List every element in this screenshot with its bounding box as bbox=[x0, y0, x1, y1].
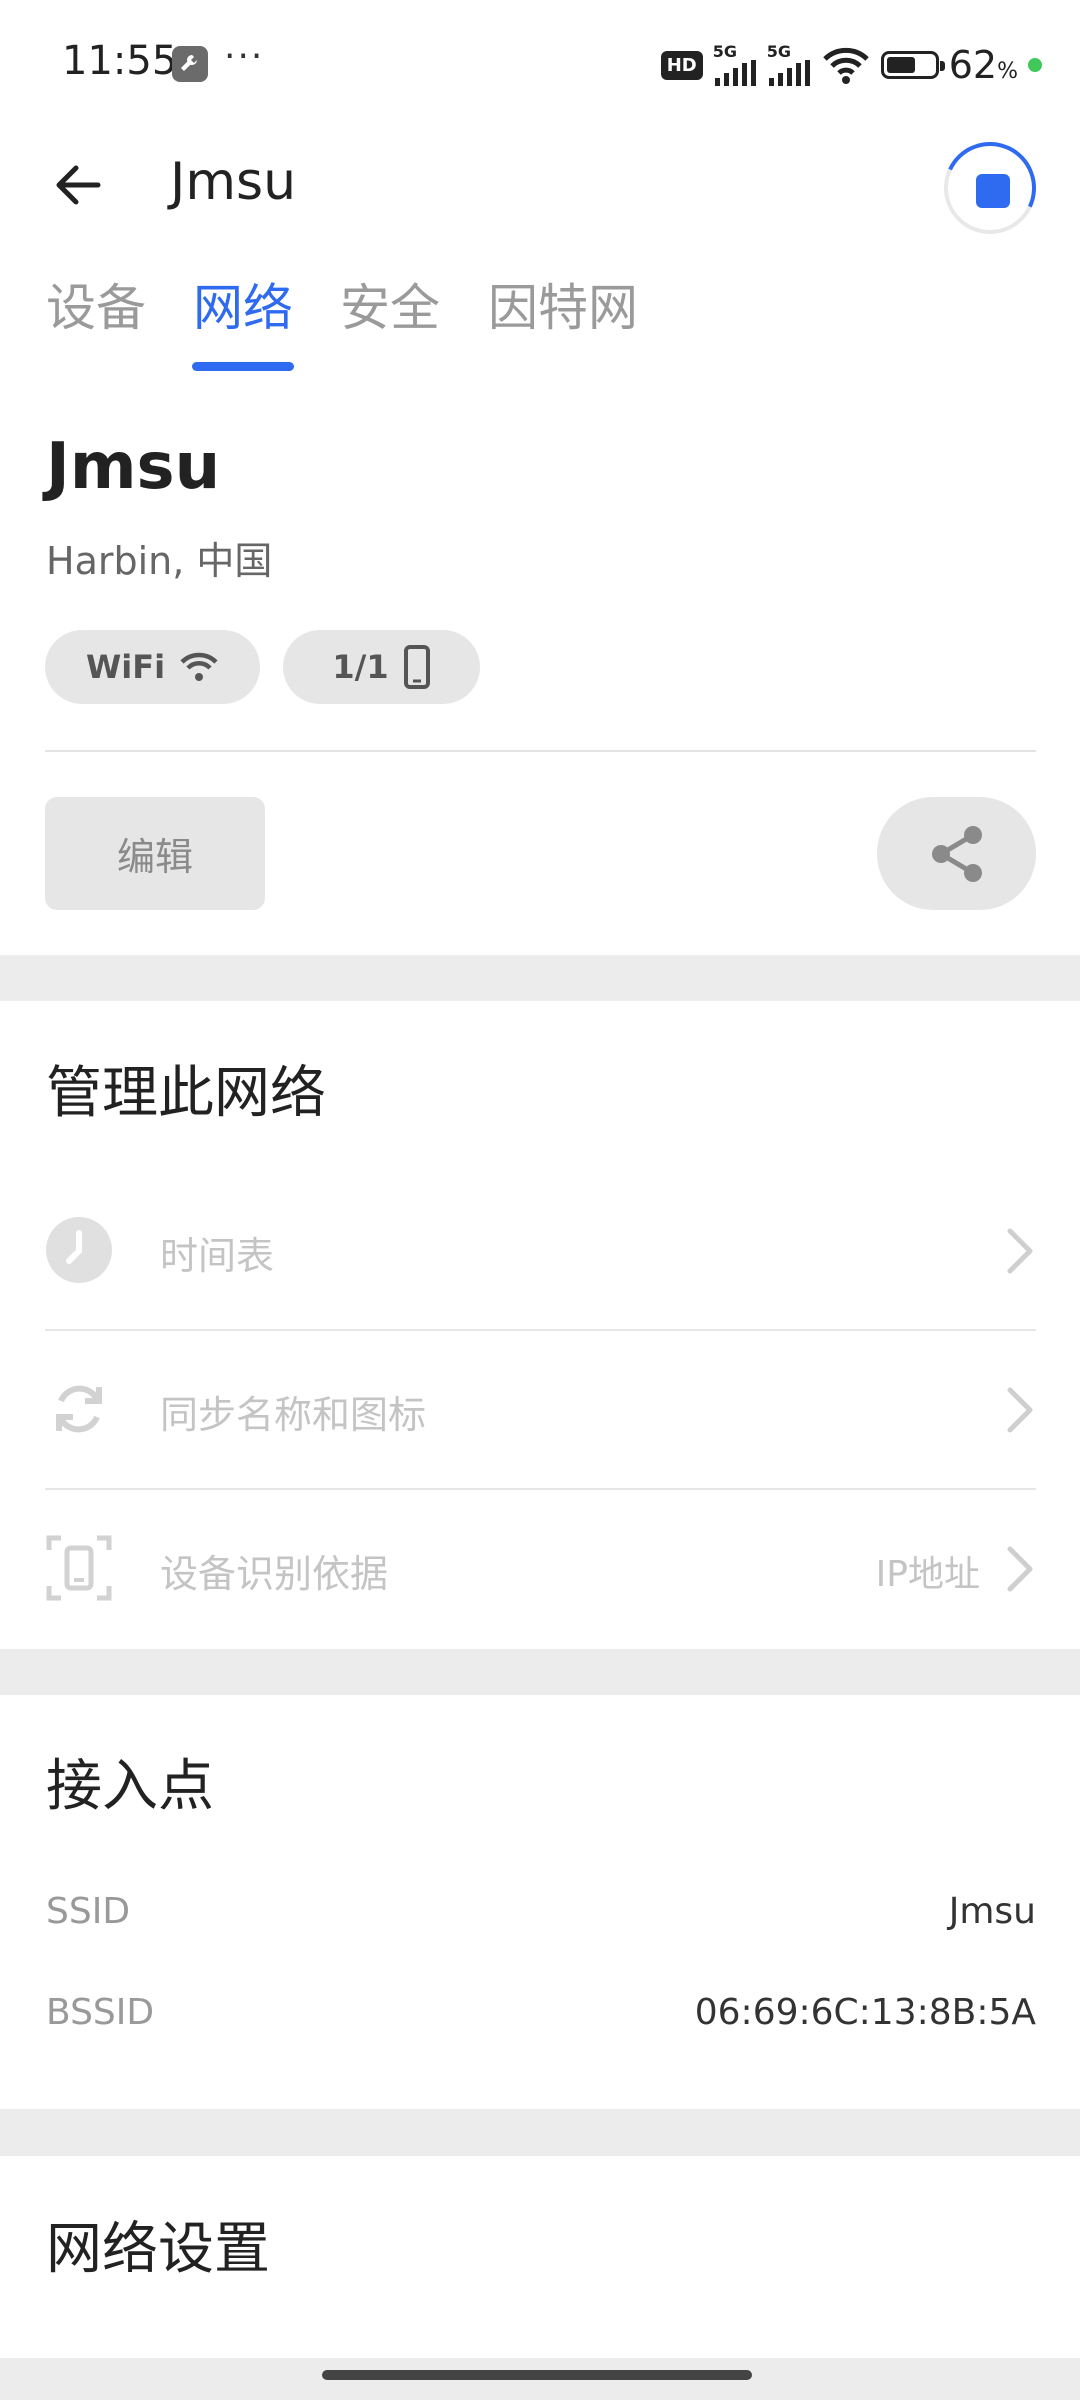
devices-count-label: 1/1 bbox=[332, 648, 389, 686]
chevron-right-icon bbox=[1002, 1225, 1038, 1277]
device-scan-icon bbox=[45, 1534, 113, 1602]
manage-item-device-identification[interactable]: 设备识别依据 IP地址 bbox=[0, 1490, 1080, 1648]
manage-item-label: 同步名称和图标 bbox=[160, 1393, 427, 1437]
status-indicators: HD 5G 5G 62% bbox=[660, 40, 1042, 90]
wifi-chip-label: WiFi bbox=[85, 648, 166, 686]
ssid-value: Jmsu bbox=[948, 1891, 1036, 1932]
wifi-chip: WiFi bbox=[45, 630, 260, 704]
devices-count-chip: 1/1 bbox=[283, 630, 480, 704]
wrench-icon bbox=[172, 46, 208, 82]
privacy-indicator-dot bbox=[1028, 58, 1042, 72]
cell-signal-icon: 5G bbox=[713, 44, 757, 86]
chevron-right-icon bbox=[1002, 1384, 1038, 1436]
wifi-status-icon bbox=[822, 47, 869, 84]
access-point-title: 接入点 bbox=[46, 1754, 214, 1819]
manage-item-sync[interactable]: 同步名称和图标 bbox=[0, 1331, 1080, 1490]
bssid-value: 06:69:6C:13:8B:5A bbox=[694, 1992, 1036, 2033]
battery-icon bbox=[880, 51, 945, 79]
share-button[interactable] bbox=[877, 797, 1036, 910]
share-icon bbox=[931, 825, 982, 882]
chevron-right-icon bbox=[1002, 1543, 1038, 1595]
network-location: Harbin, 中国 bbox=[46, 539, 273, 583]
signal-type-label: 5G bbox=[712, 42, 737, 61]
tab-devices[interactable]: 设备 bbox=[46, 268, 146, 340]
manage-item-label: 设备识别依据 bbox=[160, 1552, 389, 1596]
network-name: Jmsu bbox=[46, 430, 221, 504]
divider bbox=[45, 750, 1036, 752]
scan-stop-button[interactable] bbox=[931, 129, 1049, 247]
tab-network[interactable]: 网络 bbox=[193, 268, 293, 340]
tab-indicator bbox=[192, 362, 294, 371]
wifi-icon bbox=[180, 652, 218, 681]
page-title: Jmsu bbox=[170, 152, 297, 212]
sync-icon bbox=[45, 1375, 113, 1443]
manage-item-label: 时间表 bbox=[160, 1234, 275, 1278]
cell-signal-icon-2: 5G bbox=[767, 44, 811, 86]
manage-item-schedule[interactable]: 时间表 bbox=[0, 1172, 1080, 1331]
manage-item-value: IP地址 bbox=[875, 1554, 980, 1595]
ssid-key: SSID bbox=[46, 1891, 131, 1932]
signal-type-label-2: 5G bbox=[766, 42, 791, 61]
hd-voice-icon: HD bbox=[660, 50, 703, 80]
phone-icon bbox=[403, 645, 430, 689]
back-arrow-icon[interactable] bbox=[48, 155, 108, 215]
tab-security[interactable]: 安全 bbox=[340, 268, 440, 340]
status-time: 11:55 bbox=[62, 38, 178, 84]
clock-icon bbox=[45, 1216, 113, 1284]
battery-percent: 62% bbox=[948, 43, 1018, 87]
tab-internet[interactable]: 因特网 bbox=[488, 268, 638, 340]
home-indicator[interactable] bbox=[322, 2370, 752, 2380]
manage-section-title: 管理此网络 bbox=[46, 1061, 326, 1126]
stop-icon bbox=[976, 174, 1010, 208]
bssid-key: BSSID bbox=[46, 1992, 155, 2033]
edit-button[interactable]: 编辑 bbox=[45, 797, 265, 910]
more-notifications-icon: ··· bbox=[224, 36, 265, 77]
network-settings-title: 网络设置 bbox=[46, 2217, 270, 2282]
tab-bar: 设备 网络 安全 因特网 bbox=[0, 268, 1080, 378]
